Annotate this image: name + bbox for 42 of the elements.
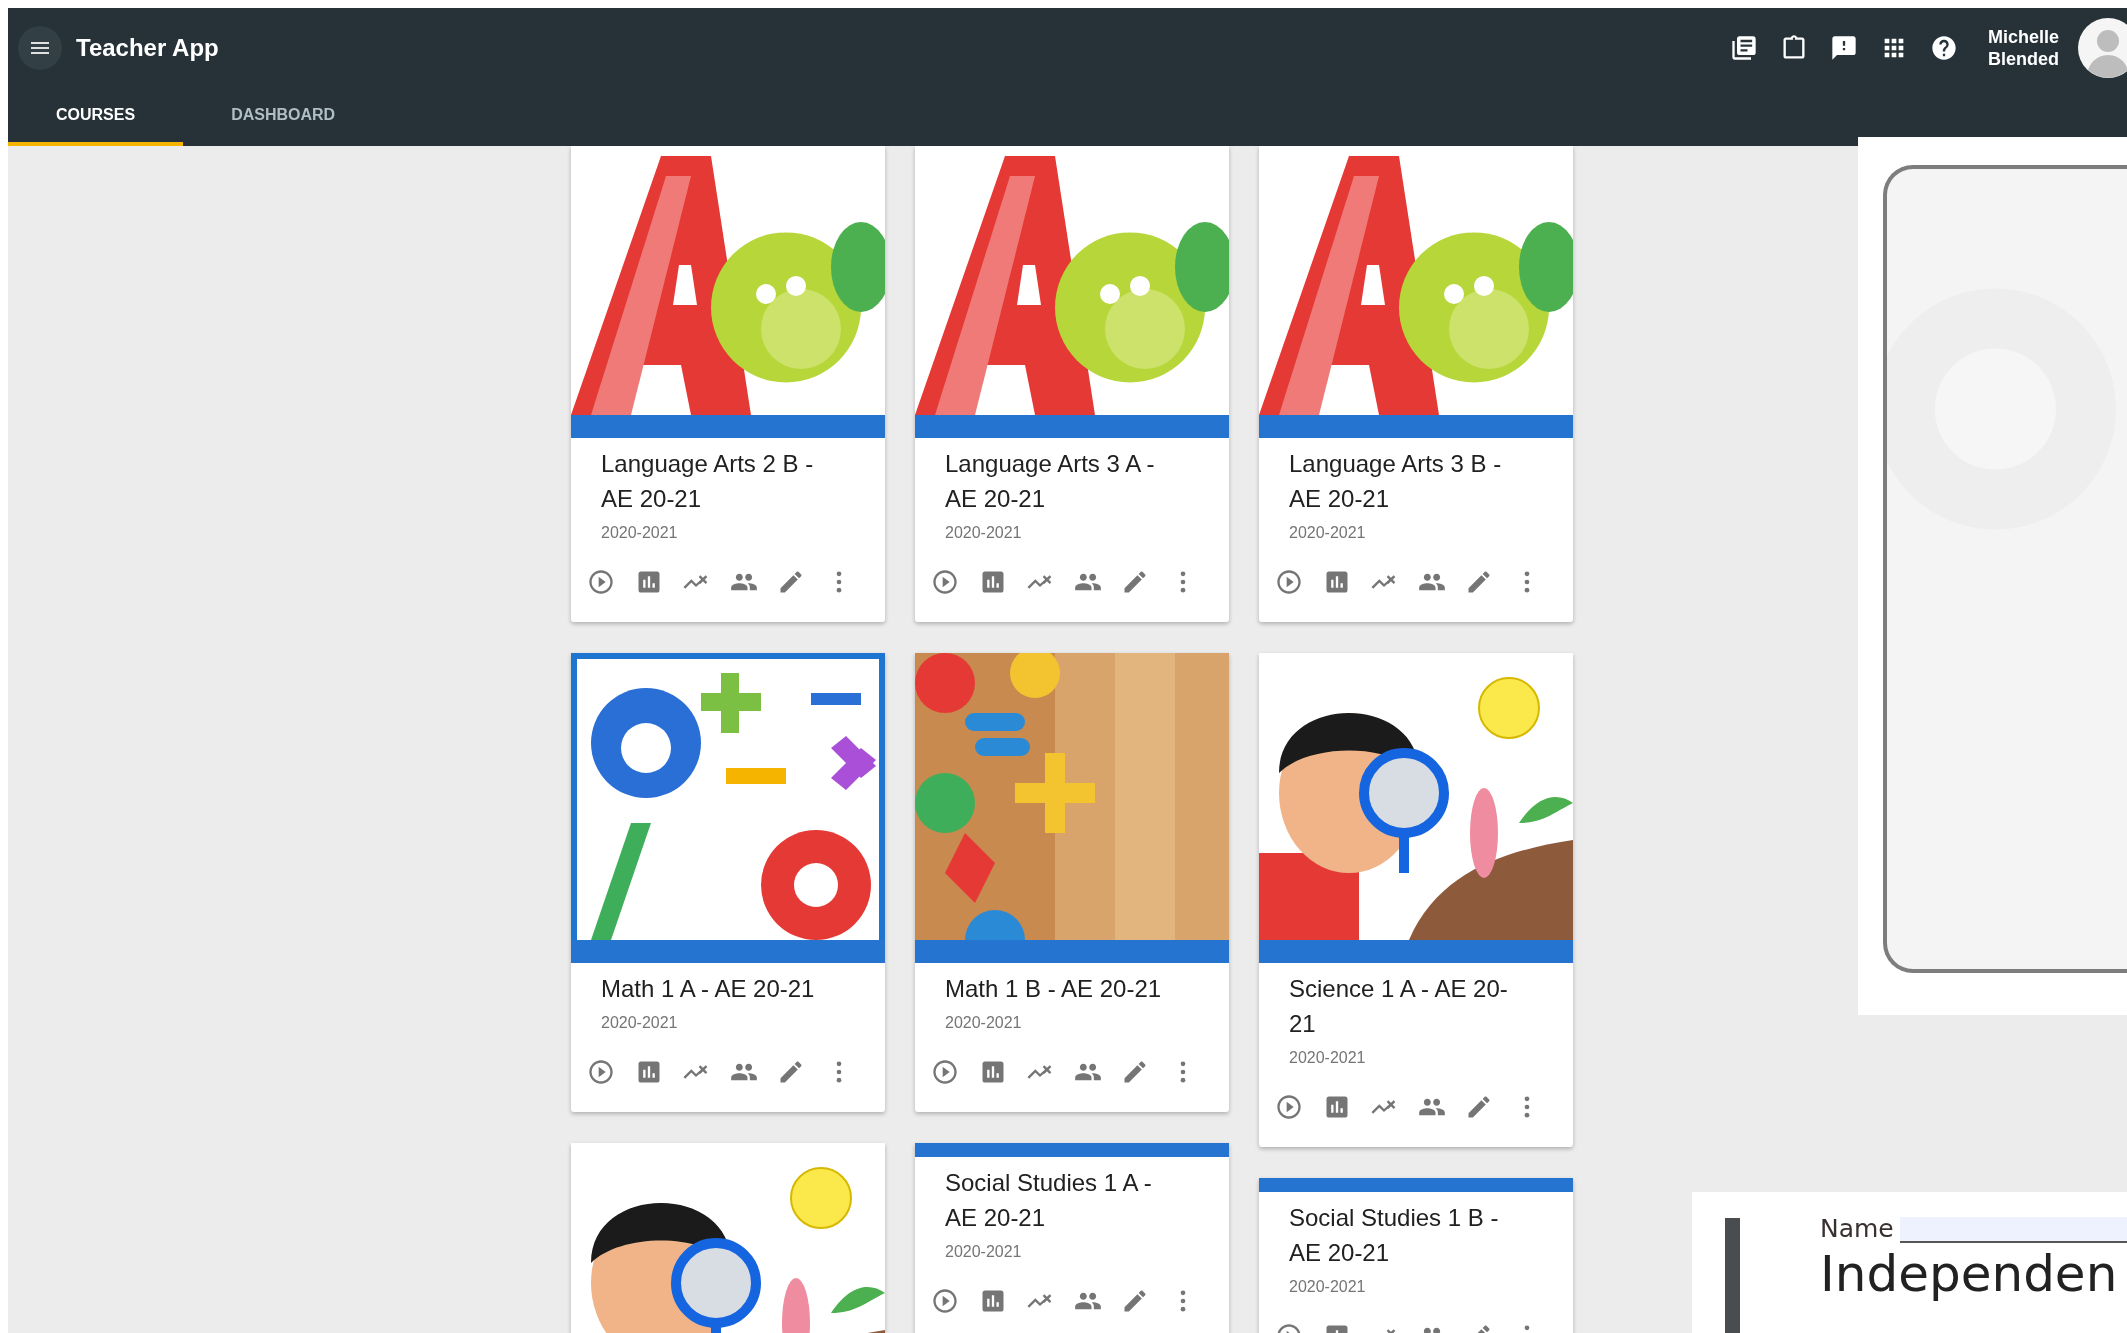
play-icon[interactable] xyxy=(931,1287,959,1315)
course-term: 2020-2021 xyxy=(945,1243,1023,1261)
course-title[interactable]: Social Studies 1 A - AE 20-21 xyxy=(945,1165,1203,1235)
course-term: 2020-2021 xyxy=(945,1014,1023,1032)
play-icon[interactable] xyxy=(1275,568,1303,596)
course-title[interactable]: Language Arts 3 B - AE 20-21 xyxy=(1289,446,1547,516)
course-card[interactable]: Language Arts 2 B - AE 20-21 2020-2021 xyxy=(571,146,885,622)
course-card[interactable]: Social Studies 1 B - AE 20-21 2020-2021 xyxy=(1259,1178,1573,1333)
course-term: 2020-2021 xyxy=(1289,1049,1367,1067)
user-name[interactable]: Michelle Blended xyxy=(1988,26,2070,70)
course-title[interactable]: Language Arts 2 B - AE 20-21 xyxy=(601,446,859,516)
course-card[interactable]: Language Arts 3 A - AE 20-21 2020-2021 xyxy=(915,146,1229,622)
tab[interactable]: DASHBOARD xyxy=(183,88,384,146)
feedback-icon[interactable] xyxy=(1830,34,1858,62)
course-title[interactable]: Math 1 A - AE 20-21 xyxy=(601,971,859,1006)
books-icon[interactable] xyxy=(1730,34,1758,62)
course-title[interactable]: Math 1 B - AE 20-21 xyxy=(945,971,1203,1006)
menu-button[interactable] xyxy=(18,26,62,70)
course-title[interactable]: Social Studies 1 B - AE 20-21 xyxy=(1289,1200,1547,1270)
play-icon[interactable] xyxy=(931,1058,959,1086)
course-term: 2020-2021 xyxy=(601,524,679,542)
name-label: Name xyxy=(1820,1214,1894,1243)
course-card[interactable]: Math 1 B - AE 20-21 2020-2021 xyxy=(915,653,1229,1112)
course-term: 2020-2021 xyxy=(1289,524,1367,542)
avatar[interactable] xyxy=(2078,18,2127,78)
play-icon[interactable] xyxy=(931,568,959,596)
course-term: 2020-2021 xyxy=(1289,1278,1367,1296)
tab[interactable]: COURSES xyxy=(8,88,184,146)
course-term: 2020-2021 xyxy=(601,1014,679,1032)
course-card[interactable]: Math 1 A - AE 20-21 2020-2021 xyxy=(571,653,885,1112)
course-term: 2020-2021 xyxy=(945,524,1023,542)
play-icon[interactable] xyxy=(587,568,615,596)
course-card[interactable]: Science 1 A - AE 20-21 2020-2021 xyxy=(1259,653,1573,1147)
worksheet-heading: Independen xyxy=(1820,1245,2119,1303)
help-icon[interactable] xyxy=(1930,34,1958,62)
course-card[interactable]: Language Arts 3 B - AE 20-21 2020-2021 xyxy=(1259,146,1573,622)
app-title: Teacher App xyxy=(76,34,219,62)
play-icon[interactable] xyxy=(1275,1093,1303,1121)
play-icon[interactable] xyxy=(587,1058,615,1086)
course-card[interactable]: Social Studies 1 A - AE 20-21 2020-2021 xyxy=(915,1143,1229,1333)
course-title[interactable]: Language Arts 3 A - AE 20-21 xyxy=(945,446,1203,516)
course-title[interactable]: Science 1 A - AE 20-21 xyxy=(1289,971,1547,1041)
